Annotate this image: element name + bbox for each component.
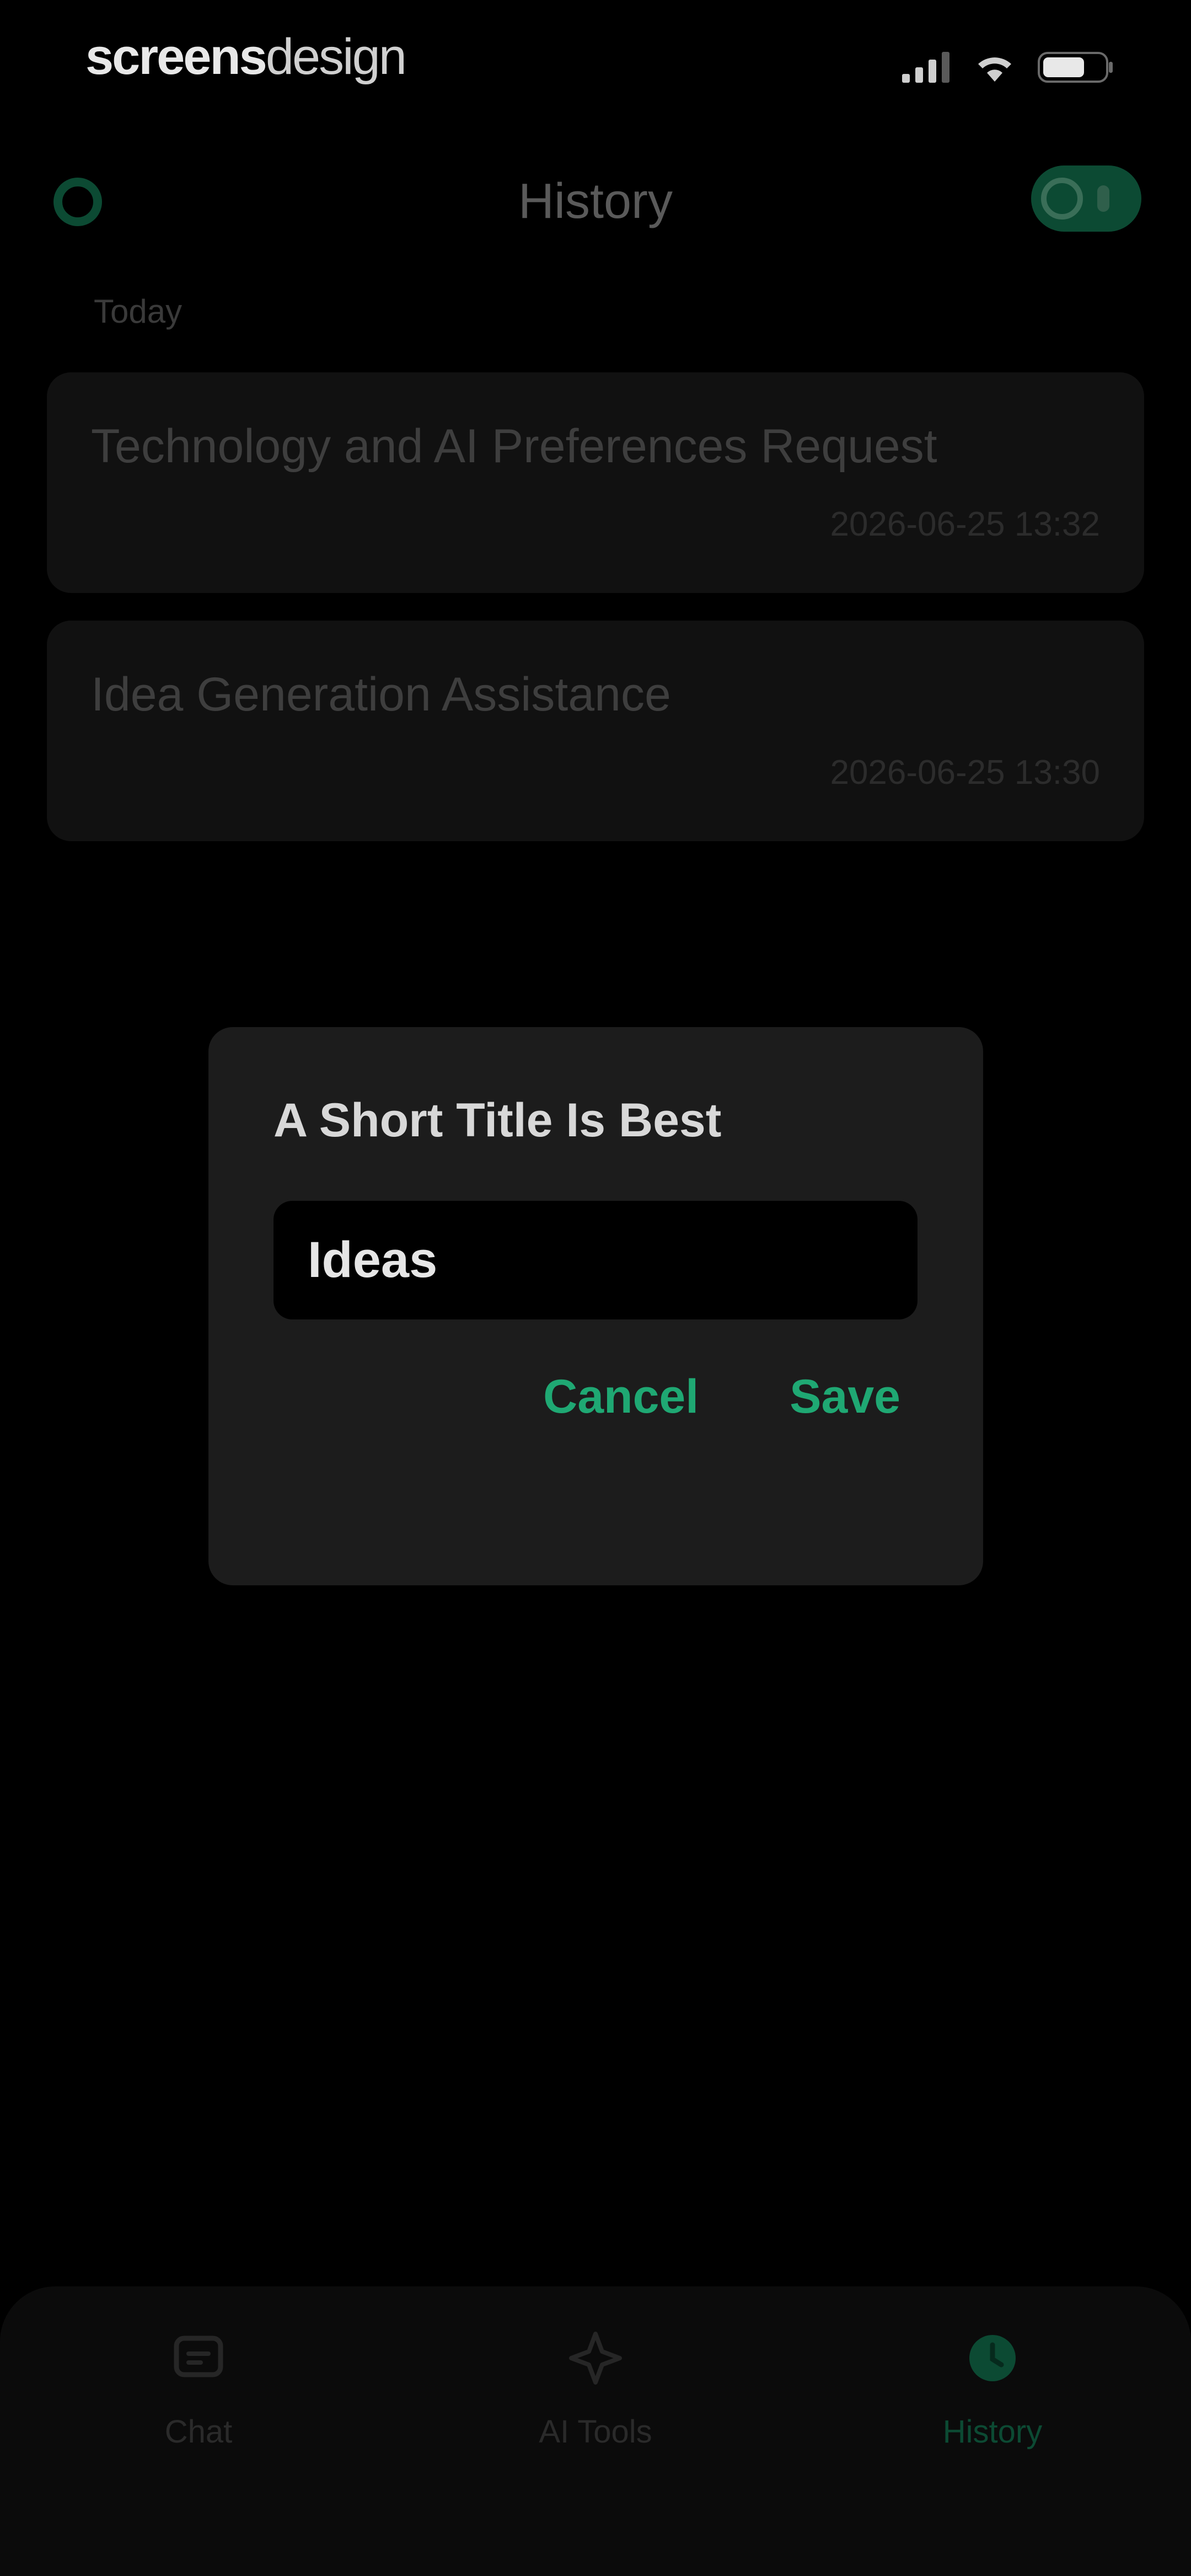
- bottom-tab-bar: Chat AI Tools History: [0, 2286, 1191, 2576]
- rename-dialog: A Short Title Is Best Cancel Save: [208, 1027, 983, 1585]
- toggle-knob: [1041, 178, 1083, 220]
- history-item[interactable]: Idea Generation Assistance 2026-06-25 13…: [47, 621, 1144, 841]
- history-item-timestamp: 2026-06-25 13:30: [830, 753, 1100, 792]
- title-input[interactable]: [273, 1201, 918, 1319]
- dialog-actions: Cancel Save: [543, 1369, 900, 1424]
- save-button[interactable]: Save: [790, 1369, 900, 1424]
- screen: screensdesign History Today Technology a…: [0, 0, 1191, 2576]
- toggle-indicator: [1097, 185, 1109, 212]
- dialog-title: A Short Title Is Best: [273, 1094, 722, 1147]
- tab-history[interactable]: History: [794, 2331, 1191, 2496]
- mode-toggle[interactable]: [1031, 165, 1141, 232]
- tab-ai-tools[interactable]: AI Tools: [397, 2331, 794, 2496]
- top-bar: History: [0, 154, 1191, 248]
- history-item-timestamp: 2026-06-25 13:32: [830, 505, 1100, 543]
- chat-icon: [174, 2335, 223, 2377]
- cancel-button[interactable]: Cancel: [543, 1369, 699, 1424]
- tab-label: Chat: [164, 2414, 233, 2450]
- ai-tools-icon: [569, 2332, 622, 2385]
- history-item-title: Idea Generation Assistance: [91, 668, 671, 721]
- tab-label: History: [942, 2414, 1043, 2450]
- section-label-today: Today: [94, 293, 183, 330]
- history-icon: [969, 2335, 1016, 2381]
- tab-label: AI Tools: [539, 2414, 652, 2450]
- history-item[interactable]: Technology and AI Preferences Request 20…: [47, 372, 1144, 593]
- history-item-title: Technology and AI Preferences Request: [91, 420, 937, 473]
- tab-chat[interactable]: Chat: [0, 2331, 397, 2496]
- page-title: History: [518, 174, 673, 229]
